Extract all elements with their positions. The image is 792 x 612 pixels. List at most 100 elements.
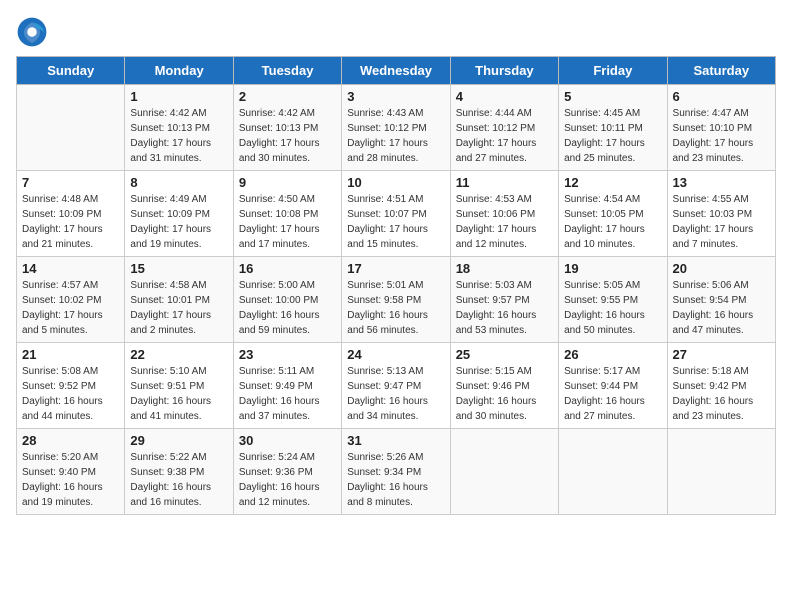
day-number: 25 [456,347,553,362]
day-cell: 31 Sunrise: 5:26 AM Sunset: 9:34 PM Dayl… [342,429,450,515]
week-row-3: 21 Sunrise: 5:08 AM Sunset: 9:52 PM Dayl… [17,343,776,429]
calendar-header: SundayMondayTuesdayWednesdayThursdayFrid… [17,57,776,85]
day-cell: 16 Sunrise: 5:00 AM Sunset: 10:00 PM Day… [233,257,341,343]
day-info: Sunrise: 5:11 AM Sunset: 9:49 PM Dayligh… [239,364,336,424]
day-number: 5 [564,89,661,104]
day-number: 9 [239,175,336,190]
logo-icon [16,16,48,48]
day-cell: 3 Sunrise: 4:43 AM Sunset: 10:12 PM Dayl… [342,85,450,171]
day-info: Sunrise: 4:47 AM Sunset: 10:10 PM Daylig… [673,106,770,166]
day-info: Sunrise: 5:26 AM Sunset: 9:34 PM Dayligh… [347,450,444,510]
day-cell: 2 Sunrise: 4:42 AM Sunset: 10:13 PM Dayl… [233,85,341,171]
day-info: Sunrise: 5:01 AM Sunset: 9:58 PM Dayligh… [347,278,444,338]
day-info: Sunrise: 4:54 AM Sunset: 10:05 PM Daylig… [564,192,661,252]
page-header [16,16,776,48]
day-cell: 23 Sunrise: 5:11 AM Sunset: 9:49 PM Dayl… [233,343,341,429]
day-info: Sunrise: 4:45 AM Sunset: 10:11 PM Daylig… [564,106,661,166]
calendar-body: 1 Sunrise: 4:42 AM Sunset: 10:13 PM Dayl… [17,85,776,515]
day-info: Sunrise: 5:08 AM Sunset: 9:52 PM Dayligh… [22,364,119,424]
day-info: Sunrise: 4:43 AM Sunset: 10:12 PM Daylig… [347,106,444,166]
day-cell: 8 Sunrise: 4:49 AM Sunset: 10:09 PM Dayl… [125,171,233,257]
day-info: Sunrise: 5:22 AM Sunset: 9:38 PM Dayligh… [130,450,227,510]
day-cell: 17 Sunrise: 5:01 AM Sunset: 9:58 PM Dayl… [342,257,450,343]
calendar-table: SundayMondayTuesdayWednesdayThursdayFrid… [16,56,776,515]
day-number: 19 [564,261,661,276]
day-cell: 22 Sunrise: 5:10 AM Sunset: 9:51 PM Dayl… [125,343,233,429]
logo [16,16,52,48]
weekday-header-thursday: Thursday [450,57,558,85]
day-cell: 26 Sunrise: 5:17 AM Sunset: 9:44 PM Dayl… [559,343,667,429]
day-number: 24 [347,347,444,362]
day-cell: 13 Sunrise: 4:55 AM Sunset: 10:03 PM Day… [667,171,775,257]
weekday-header-friday: Friday [559,57,667,85]
day-info: Sunrise: 4:50 AM Sunset: 10:08 PM Daylig… [239,192,336,252]
day-number: 31 [347,433,444,448]
day-cell [559,429,667,515]
day-cell: 25 Sunrise: 5:15 AM Sunset: 9:46 PM Dayl… [450,343,558,429]
day-cell: 21 Sunrise: 5:08 AM Sunset: 9:52 PM Dayl… [17,343,125,429]
day-cell: 10 Sunrise: 4:51 AM Sunset: 10:07 PM Day… [342,171,450,257]
day-info: Sunrise: 5:06 AM Sunset: 9:54 PM Dayligh… [673,278,770,338]
day-number: 2 [239,89,336,104]
day-info: Sunrise: 4:53 AM Sunset: 10:06 PM Daylig… [456,192,553,252]
day-number: 12 [564,175,661,190]
day-info: Sunrise: 5:10 AM Sunset: 9:51 PM Dayligh… [130,364,227,424]
day-number: 20 [673,261,770,276]
day-number: 13 [673,175,770,190]
weekday-header-sunday: Sunday [17,57,125,85]
day-cell: 7 Sunrise: 4:48 AM Sunset: 10:09 PM Dayl… [17,171,125,257]
day-number: 11 [456,175,553,190]
day-info: Sunrise: 4:49 AM Sunset: 10:09 PM Daylig… [130,192,227,252]
day-number: 6 [673,89,770,104]
day-info: Sunrise: 4:55 AM Sunset: 10:03 PM Daylig… [673,192,770,252]
day-cell: 11 Sunrise: 4:53 AM Sunset: 10:06 PM Day… [450,171,558,257]
day-info: Sunrise: 4:48 AM Sunset: 10:09 PM Daylig… [22,192,119,252]
day-cell: 12 Sunrise: 4:54 AM Sunset: 10:05 PM Day… [559,171,667,257]
day-cell: 24 Sunrise: 5:13 AM Sunset: 9:47 PM Dayl… [342,343,450,429]
day-cell: 9 Sunrise: 4:50 AM Sunset: 10:08 PM Dayl… [233,171,341,257]
day-number: 10 [347,175,444,190]
day-number: 3 [347,89,444,104]
week-row-1: 7 Sunrise: 4:48 AM Sunset: 10:09 PM Dayl… [17,171,776,257]
day-number: 21 [22,347,119,362]
day-info: Sunrise: 5:20 AM Sunset: 9:40 PM Dayligh… [22,450,119,510]
day-cell: 20 Sunrise: 5:06 AM Sunset: 9:54 PM Dayl… [667,257,775,343]
day-info: Sunrise: 4:58 AM Sunset: 10:01 PM Daylig… [130,278,227,338]
day-cell: 19 Sunrise: 5:05 AM Sunset: 9:55 PM Dayl… [559,257,667,343]
day-number: 7 [22,175,119,190]
day-number: 27 [673,347,770,362]
day-number: 26 [564,347,661,362]
day-cell [667,429,775,515]
day-info: Sunrise: 5:18 AM Sunset: 9:42 PM Dayligh… [673,364,770,424]
day-number: 29 [130,433,227,448]
day-cell: 15 Sunrise: 4:58 AM Sunset: 10:01 PM Day… [125,257,233,343]
day-info: Sunrise: 5:24 AM Sunset: 9:36 PM Dayligh… [239,450,336,510]
day-info: Sunrise: 5:00 AM Sunset: 10:00 PM Daylig… [239,278,336,338]
day-info: Sunrise: 5:17 AM Sunset: 9:44 PM Dayligh… [564,364,661,424]
day-info: Sunrise: 4:42 AM Sunset: 10:13 PM Daylig… [239,106,336,166]
day-cell: 27 Sunrise: 5:18 AM Sunset: 9:42 PM Dayl… [667,343,775,429]
weekday-header-saturday: Saturday [667,57,775,85]
day-number: 16 [239,261,336,276]
day-number: 1 [130,89,227,104]
week-row-4: 28 Sunrise: 5:20 AM Sunset: 9:40 PM Dayl… [17,429,776,515]
day-number: 23 [239,347,336,362]
day-number: 30 [239,433,336,448]
day-cell [450,429,558,515]
day-info: Sunrise: 5:03 AM Sunset: 9:57 PM Dayligh… [456,278,553,338]
day-cell [17,85,125,171]
weekday-header-tuesday: Tuesday [233,57,341,85]
day-info: Sunrise: 4:44 AM Sunset: 10:12 PM Daylig… [456,106,553,166]
day-number: 4 [456,89,553,104]
day-info: Sunrise: 5:05 AM Sunset: 9:55 PM Dayligh… [564,278,661,338]
day-number: 22 [130,347,227,362]
day-info: Sunrise: 4:57 AM Sunset: 10:02 PM Daylig… [22,278,119,338]
day-number: 28 [22,433,119,448]
day-info: Sunrise: 5:15 AM Sunset: 9:46 PM Dayligh… [456,364,553,424]
day-number: 14 [22,261,119,276]
day-cell: 30 Sunrise: 5:24 AM Sunset: 9:36 PM Dayl… [233,429,341,515]
week-row-0: 1 Sunrise: 4:42 AM Sunset: 10:13 PM Dayl… [17,85,776,171]
day-cell: 4 Sunrise: 4:44 AM Sunset: 10:12 PM Dayl… [450,85,558,171]
weekday-header-row: SundayMondayTuesdayWednesdayThursdayFrid… [17,57,776,85]
day-cell: 28 Sunrise: 5:20 AM Sunset: 9:40 PM Dayl… [17,429,125,515]
